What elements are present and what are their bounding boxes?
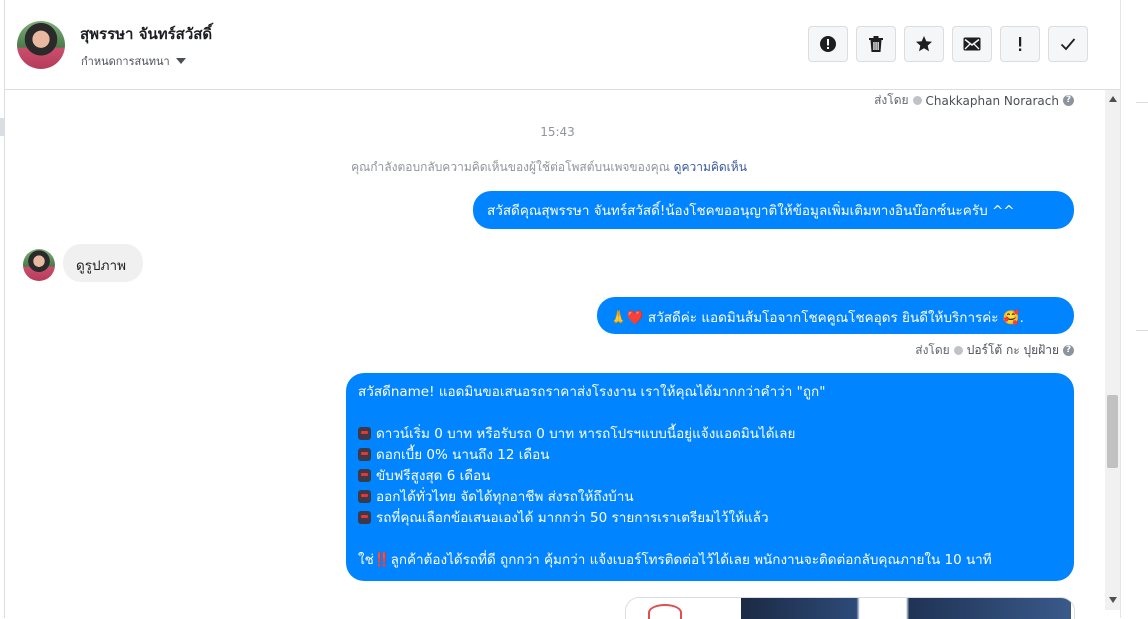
double-exclamation-emoji: ‼️ [373,552,391,568]
star-button[interactable] [904,26,944,62]
panel-divider [1120,0,1121,618]
car-emoji-icon [358,511,371,524]
comment-reply-context: คุณกำลังตอบกลับความคิดเห็นของผู้ใช้ต่อโพ… [351,160,747,174]
right-panel-edge [1128,0,1148,618]
mark-unread-button[interactable] [952,26,992,62]
outgoing-promo-message[interactable]: สวัสดีname! แอดมินขอเสนอรถราคาส่งโรงงาน … [346,373,1074,581]
attachment-logo [648,604,682,619]
left-border [4,0,5,618]
help-icon[interactable]: ? [1063,95,1074,106]
outgoing-message[interactable]: สวัสดีคุณสุพรรษา จันทร์สวัสดิ์!น้องโชคขอ… [473,191,1074,229]
thread-scrollbar[interactable] [1105,90,1120,610]
attachment-image [741,598,1071,619]
view-comment-link[interactable]: ดูความคิดเห็น [674,160,747,174]
promo-line: ออกได้ทั่วไทย จัดได้ทุกอาชีพ ส่งรถให้ถึง… [358,487,1062,508]
mark-done-button[interactable] [1048,26,1088,62]
promo-closing: ใช่‼️ลูกค้าต้องได้รถที่ดี ถูกกว่า คุ้มกว… [358,552,992,568]
sent-by-label: ส่งโดย ปอร์โต้ กะ ปุยฝ้าย ? [915,341,1074,360]
scroll-down-arrow-icon[interactable] [1109,597,1117,603]
mark-important-button[interactable] [1000,26,1040,62]
outgoing-message[interactable]: 🙏❤️ สวัสดีค่ะ แอดมินส้มโอจากโชคคูณโชคอุด… [597,297,1074,334]
trash-icon [869,36,883,52]
conversation-settings-dropdown[interactable]: กำหนดการสนทนา [81,52,186,70]
contact-name[interactable]: สุพรรษา จันทร์สวัสดิ์ [80,22,212,46]
sent-by-name: Chakkaphan Norarach [925,93,1059,108]
image-attachment-preview[interactable] [625,597,1075,619]
scrollbar-thumb[interactable] [1107,395,1118,468]
car-emoji-icon [358,490,371,503]
report-icon [820,36,836,52]
pray-heart-emoji: 🙏❤️ [610,310,644,326]
mail-icon [963,37,981,51]
chevron-down-icon [175,58,186,64]
contact-avatar[interactable] [17,21,65,69]
agent-icon [953,346,963,355]
contact-avatar-small[interactable] [23,249,55,281]
check-icon [1060,38,1076,51]
message-timestamp: 15:43 [540,125,575,139]
car-emoji-icon [358,469,371,482]
promo-line: ดอกเบี้ย 0% นานถึง 12 เดือน [358,445,1062,466]
agent-icon [912,96,922,105]
delete-button[interactable] [856,26,896,62]
car-emoji-icon [358,448,371,461]
smiling-hearts-emoji: 🥰. [1002,310,1024,326]
sent-by-label: ส่งโดย Chakkaphan Norarach ? [874,91,1074,110]
help-icon[interactable]: ? [1063,345,1074,356]
promo-line: ขับฟรีสูงสุด 6 เดือน [358,466,1062,487]
car-emoji-icon [358,427,371,440]
promo-line: ดาวน์เริ่ม 0 บาท หรือรับรถ 0 บาท หารถโปร… [358,424,1062,445]
exclamation-icon [1019,37,1022,51]
conversation-settings-label: กำหนดการสนทนา [81,55,170,68]
report-button[interactable] [808,26,848,62]
sent-by-name: ปอร์โต้ กะ ปุยฝ้าย [966,343,1059,357]
scroll-up-arrow-icon[interactable] [1109,96,1117,102]
conversation-header: สุพรรษา จันทร์สวัสดิ์ กำหนดการสนทนา [5,0,1120,90]
promo-line: รถที่คุณเลือกข้อเสนอเองได้ มากกว่า 50 รา… [358,508,1062,529]
star-icon [916,36,932,52]
incoming-message-view-photo[interactable]: ดูรูปภาพ [63,244,143,282]
